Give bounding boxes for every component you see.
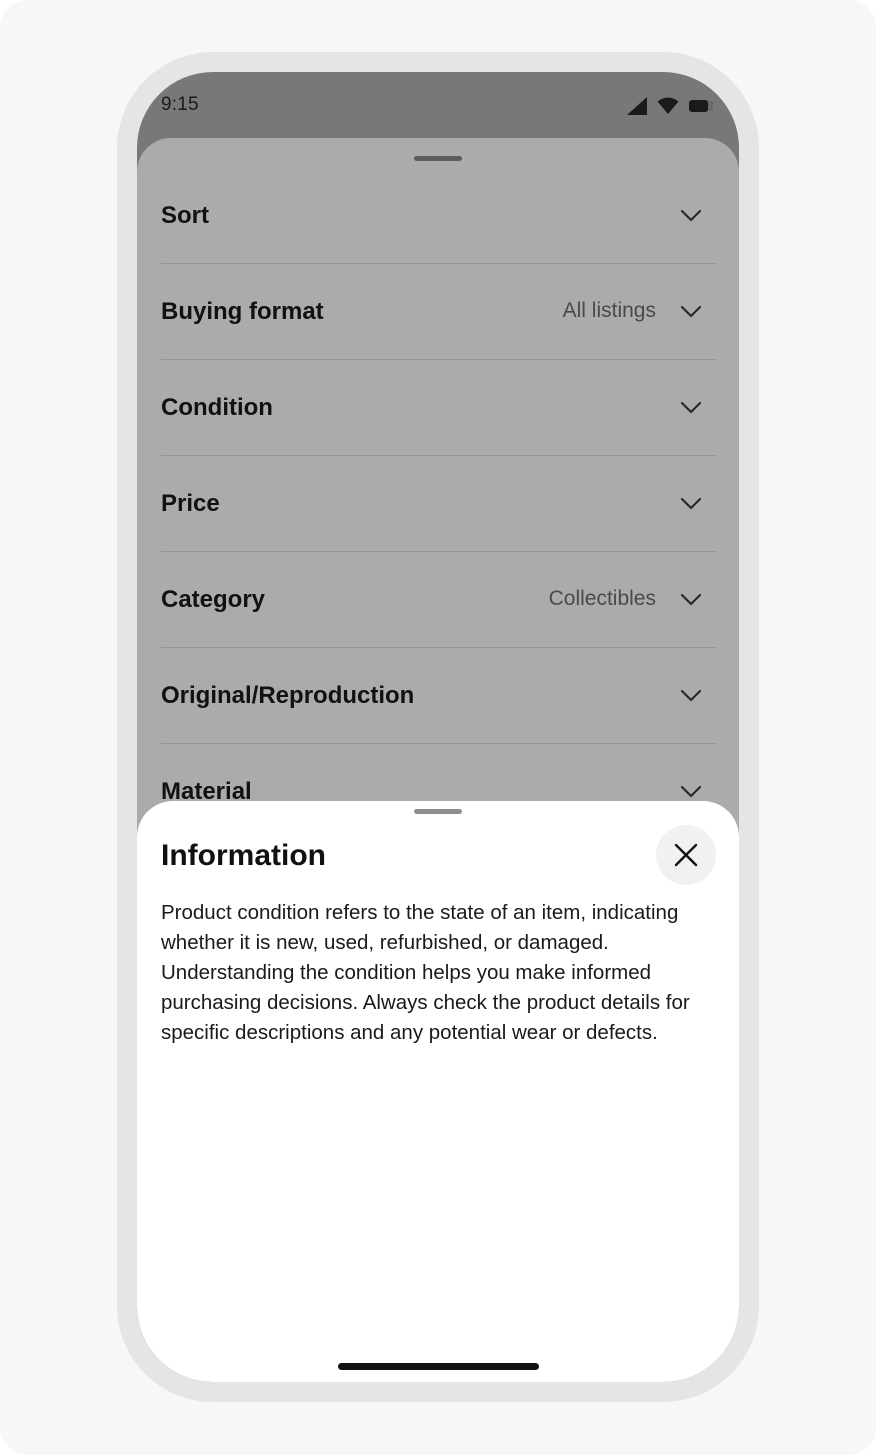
wifi-icon bbox=[657, 97, 679, 114]
filter-list: Sort Buying format All listings Conditio… bbox=[161, 168, 716, 840]
canvas: 9:15 Sort Buying format All listings Con… bbox=[0, 0, 876, 1455]
info-bottom-sheet: Information Product condition refers to … bbox=[137, 801, 739, 1382]
filter-label: Buying format bbox=[161, 298, 324, 325]
filter-sheet-grabber[interactable] bbox=[414, 156, 462, 161]
filter-label: Price bbox=[161, 490, 220, 517]
cellular-signal-icon bbox=[627, 97, 647, 115]
status-bar: 9:15 bbox=[137, 72, 739, 138]
filter-row-category[interactable]: Category Collectibles bbox=[161, 552, 716, 648]
chevron-down-icon bbox=[680, 497, 702, 510]
chevron-down-icon bbox=[680, 305, 702, 318]
close-button[interactable] bbox=[656, 825, 716, 885]
info-sheet-body: Product condition refers to the state of… bbox=[161, 901, 690, 1044]
filter-value: Collectibles bbox=[548, 587, 656, 610]
filter-row-original-reproduction[interactable]: Original/Reproduction bbox=[161, 648, 716, 744]
filter-label: Condition bbox=[161, 394, 273, 421]
device-screen: 9:15 Sort Buying format All listings Con… bbox=[137, 72, 739, 1382]
status-icons bbox=[627, 97, 715, 115]
home-indicator[interactable] bbox=[338, 1363, 539, 1370]
filter-label: Category bbox=[161, 586, 266, 613]
filter-label: Original/Reproduction bbox=[161, 682, 415, 709]
filter-row-price[interactable]: Price bbox=[161, 456, 716, 552]
info-sheet-title: Information bbox=[161, 839, 326, 872]
filter-row-sort[interactable]: Sort bbox=[161, 168, 716, 264]
chevron-down-icon bbox=[680, 785, 702, 798]
filter-value: All listings bbox=[562, 299, 656, 322]
status-time: 9:15 bbox=[161, 94, 199, 115]
battery-icon bbox=[689, 100, 713, 112]
chevron-down-icon bbox=[680, 689, 702, 702]
filter-row-buying-format[interactable]: Buying format All listings bbox=[161, 264, 716, 360]
device-frame: 9:15 Sort Buying format All listings Con… bbox=[117, 52, 759, 1402]
close-icon bbox=[674, 843, 698, 867]
chevron-down-icon bbox=[680, 209, 702, 222]
chevron-down-icon bbox=[680, 401, 702, 414]
filter-row-condition[interactable]: Condition bbox=[161, 360, 716, 456]
chevron-down-icon bbox=[680, 593, 702, 606]
filter-label: Sort bbox=[161, 202, 209, 229]
info-sheet-grabber[interactable] bbox=[414, 809, 462, 814]
